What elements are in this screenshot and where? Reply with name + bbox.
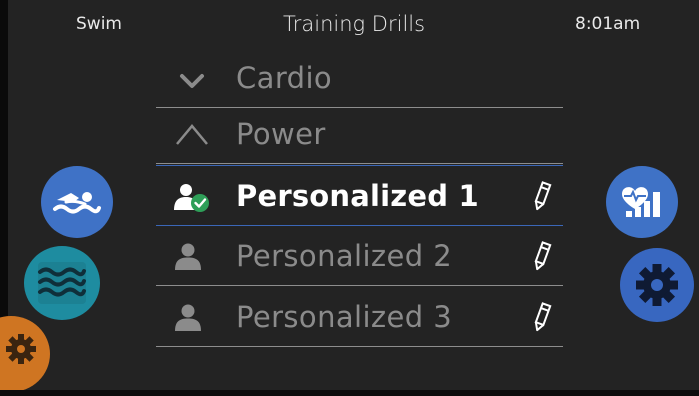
list-item-personalized-2[interactable]: Personalized 2 bbox=[156, 226, 563, 286]
pencil-edit-icon[interactable] bbox=[531, 181, 553, 211]
gear-icon bbox=[636, 264, 678, 306]
list-item-personalized-3[interactable]: Personalized 3 bbox=[156, 287, 563, 347]
waves-button[interactable] bbox=[24, 246, 100, 320]
mode-label: Swim bbox=[76, 14, 122, 34]
swim-mode-button[interactable] bbox=[41, 166, 113, 238]
heart-chart-icon bbox=[622, 187, 660, 217]
swimmer-icon bbox=[53, 192, 101, 214]
user-icon bbox=[172, 242, 212, 272]
list-item-power[interactable]: Power bbox=[156, 104, 563, 164]
list-item-label: Cardio bbox=[236, 61, 333, 95]
list-item-cardio[interactable]: Cardio bbox=[156, 60, 563, 108]
list-item-label: Personalized 1 bbox=[236, 179, 479, 213]
chevron-down-icon bbox=[172, 64, 212, 94]
user-check-icon bbox=[172, 182, 212, 212]
list-item-personalized-1[interactable]: Personalized 1 bbox=[156, 165, 563, 226]
drills-list[interactable]: Cardio Power Personalized 1 Personalized… bbox=[156, 60, 563, 350]
waves-icon bbox=[38, 262, 86, 304]
list-item-label: Personalized 3 bbox=[236, 300, 453, 334]
pencil-edit-icon[interactable] bbox=[531, 302, 553, 332]
gear-icon bbox=[6, 334, 36, 364]
bottom-bezel bbox=[0, 390, 699, 396]
pencil-edit-icon[interactable] bbox=[531, 241, 553, 271]
power-chevron-icon bbox=[172, 120, 212, 150]
app-screen: Swim Training Drills 8:01am Cardio Power bbox=[0, 0, 699, 396]
user-icon bbox=[172, 303, 212, 333]
list-item-label: Power bbox=[236, 117, 326, 151]
clock-time: 8:01am bbox=[575, 14, 641, 34]
settings-button-blue[interactable] bbox=[620, 248, 694, 322]
page-title: Training Drills bbox=[283, 12, 426, 36]
list-item-label: Personalized 2 bbox=[236, 239, 453, 273]
settings-button-orange[interactable] bbox=[0, 316, 50, 392]
heart-rate-stats-button[interactable] bbox=[606, 166, 678, 238]
